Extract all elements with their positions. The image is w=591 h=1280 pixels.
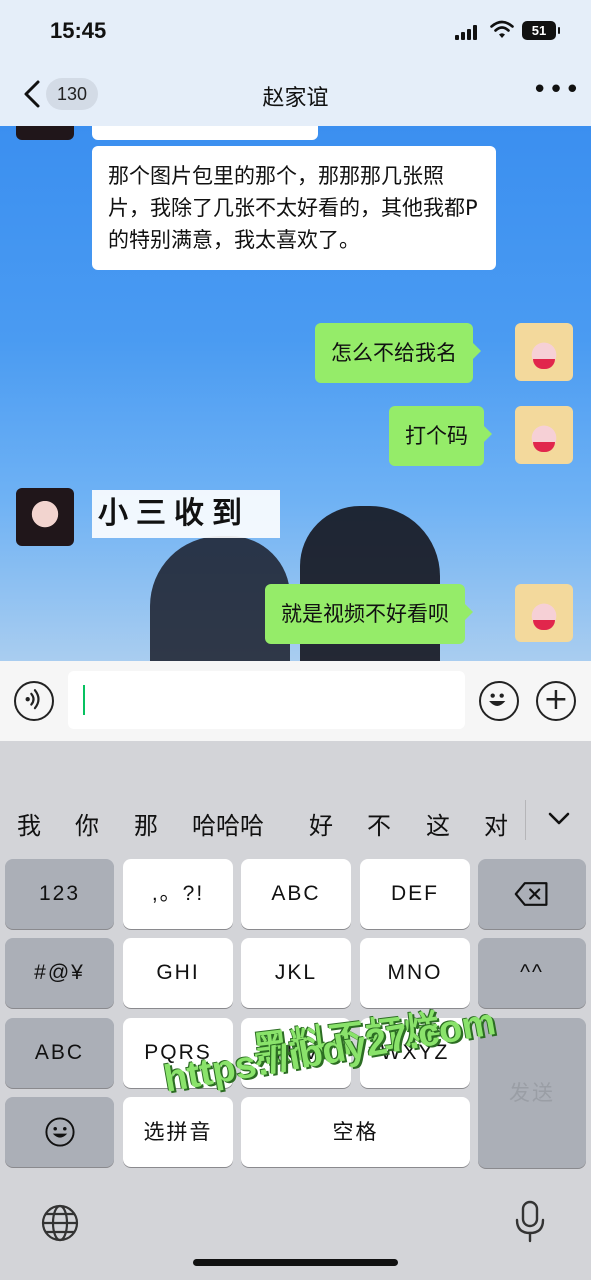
key-jkl[interactable]: JKL (241, 938, 351, 1008)
candidate-word[interactable]: 我 (17, 806, 41, 841)
top-bar: 15:45 51 130 赵家谊 ••• (0, 0, 591, 126)
my-avatar[interactable] (515, 406, 573, 464)
key-symbols[interactable]: #@¥ (5, 938, 114, 1008)
contact-avatar[interactable] (16, 488, 74, 546)
key-select-pinyin[interactable]: 选拼音 (123, 1097, 233, 1167)
candidate-divider (525, 800, 526, 840)
space-key[interactable]: 空格 (241, 1097, 470, 1167)
emoji-icon[interactable] (479, 681, 519, 721)
key-ghi[interactable]: GHI (123, 938, 233, 1008)
backspace-icon (514, 882, 548, 906)
candidate-word[interactable]: 你 (75, 806, 99, 841)
message-text: 就是视频不好看呗 (281, 602, 449, 626)
key-def[interactable]: DEF (360, 859, 470, 929)
my-avatar[interactable] (515, 323, 573, 381)
key-mno[interactable]: MNO (360, 938, 470, 1008)
candidate-word[interactable]: 好 (309, 806, 333, 841)
contact-avatar[interactable] (16, 126, 74, 140)
battery-icon: 51 (522, 21, 560, 40)
message-text: 打个码 (405, 424, 468, 448)
voice-input-icon[interactable] (14, 681, 54, 721)
candidate-word[interactable]: 这 (426, 806, 450, 841)
chat-title: 赵家谊 (262, 86, 329, 111)
candidate-word[interactable]: 哈哈哈 (192, 806, 264, 841)
cellular-signal-icon (455, 24, 483, 40)
plus-icon[interactable]: + (536, 681, 576, 721)
more-options-icon[interactable]: ••• (532, 77, 580, 108)
key-abc-mode[interactable]: ABC (5, 1018, 114, 1088)
emoji-key[interactable] (5, 1097, 114, 1167)
key-abc[interactable]: ABC (241, 859, 351, 929)
status-time: 15:45 (50, 18, 107, 43)
key-punctuation[interactable]: ,。?! (123, 859, 233, 929)
home-indicator[interactable] (193, 1259, 398, 1266)
emoji-icon (44, 1117, 75, 1147)
message-bubble-received[interactable]: 那个图片包里的那个，那那那几张照片，我除了几张不太好看的，其他我都P的特别满意，… (92, 146, 496, 270)
backspace-key[interactable] (478, 859, 586, 929)
key-123[interactable]: 123 (5, 859, 114, 929)
message-bubble-partial[interactable] (92, 126, 318, 140)
candidate-bar: 我 你 那 哈哈哈 好 不 这 对 (0, 790, 591, 856)
candidate-word[interactable]: 那 (134, 806, 158, 841)
microphone-icon[interactable] (512, 1200, 548, 1244)
message-bubble-sent[interactable]: 就是视频不好看呗 (265, 584, 473, 644)
globe-icon[interactable] (40, 1203, 80, 1243)
chevron-down-icon[interactable] (546, 806, 572, 832)
my-avatar[interactable] (515, 584, 573, 642)
sticker-message[interactable]: 小三收到 (92, 490, 280, 538)
message-text: 怎么不给我名 (331, 341, 457, 365)
message-bubble-sent[interactable]: 打个码 (389, 406, 492, 466)
chat-area[interactable]: 那个图片包里的那个，那那那几张照片，我除了几张不太好看的，其他我都P的特别满意，… (0, 126, 591, 661)
candidate-word[interactable]: 不 (367, 806, 391, 841)
message-bubble-sent[interactable]: 怎么不给我名 (315, 323, 481, 383)
message-text: 那个图片包里的那个，那那那几张照片，我除了几张不太好看的，其他我都P的特别满意，… (108, 164, 478, 252)
wifi-icon (490, 20, 514, 38)
text-cursor (83, 685, 85, 715)
message-input[interactable] (68, 671, 465, 729)
candidate-word[interactable]: 对 (484, 806, 508, 841)
key-emoticon[interactable]: ^^ (478, 938, 586, 1008)
input-bar: + (0, 661, 591, 741)
